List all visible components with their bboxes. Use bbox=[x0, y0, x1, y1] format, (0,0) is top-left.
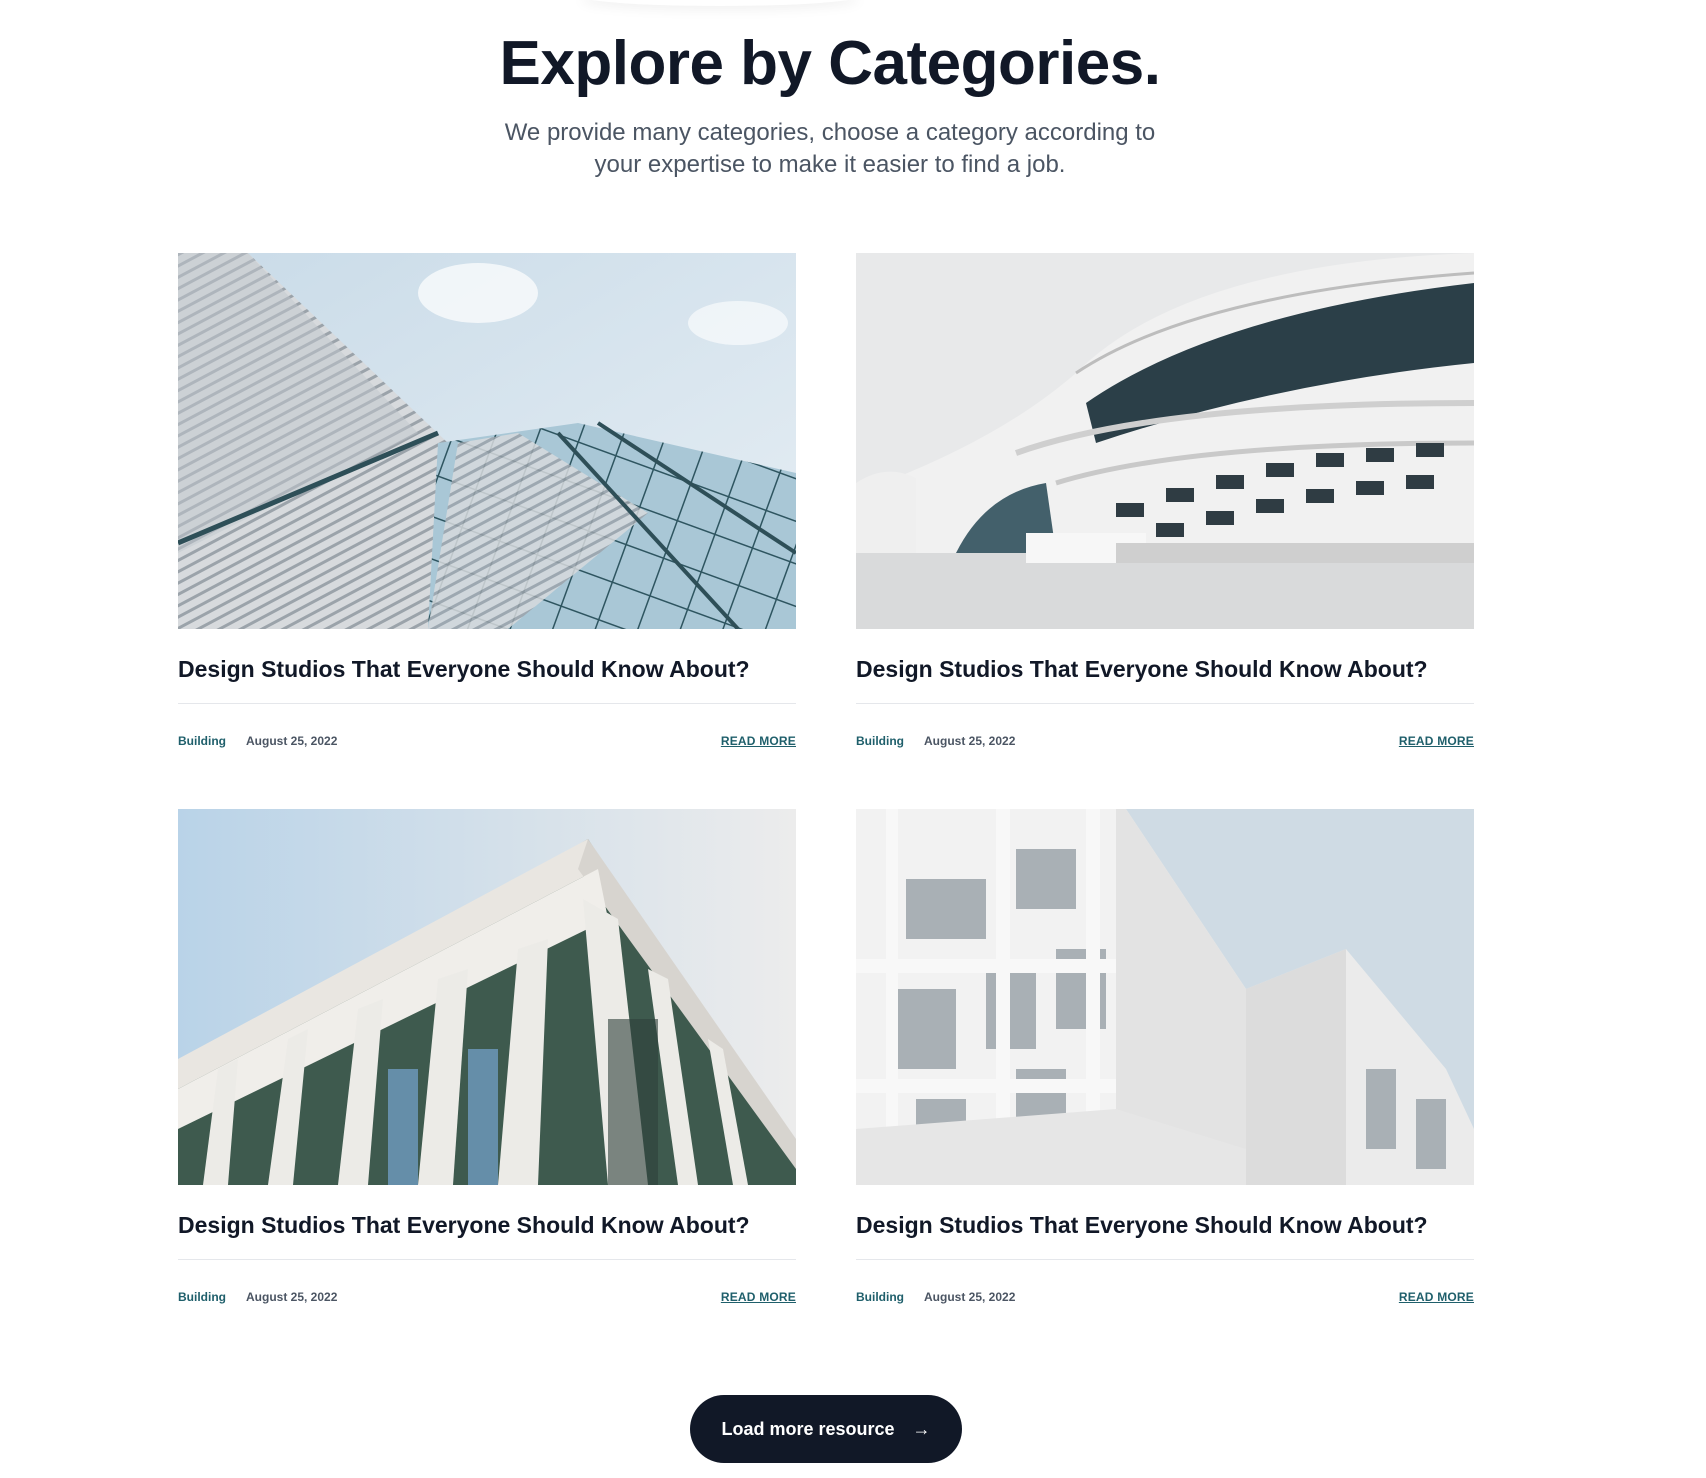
section-subtitle: We provide many categories, choose a cat… bbox=[504, 119, 1156, 178]
category-tag[interactable]: Building bbox=[178, 1290, 226, 1304]
white-cubic-building-photo[interactable] bbox=[856, 809, 1474, 1185]
article-card: Design Studios That Everyone Should Know… bbox=[178, 809, 796, 1304]
read-more-link[interactable]: READ MORE bbox=[1399, 1290, 1474, 1304]
divider bbox=[178, 703, 796, 704]
article-date: August 25, 2022 bbox=[246, 734, 338, 748]
header-shadow bbox=[580, 0, 860, 6]
read-more-link[interactable]: READ MORE bbox=[721, 734, 796, 748]
page: Explore by Categories. We provide many c… bbox=[0, 0, 1706, 1478]
category-tag[interactable]: Building bbox=[178, 734, 226, 748]
load-more-button[interactable]: Load more resource → bbox=[690, 1395, 962, 1463]
glass-crystal-building-photo[interactable] bbox=[178, 253, 796, 629]
article-card: Design Studios That Everyone Should Know… bbox=[178, 253, 796, 748]
article-date: August 25, 2022 bbox=[246, 1290, 338, 1304]
load-more-label: Load more resource bbox=[721, 1418, 895, 1439]
columned-building-photo[interactable] bbox=[178, 809, 796, 1185]
divider bbox=[178, 1259, 796, 1260]
article-meta: Building August 25, 2022 READ MORE bbox=[856, 734, 1474, 748]
divider bbox=[856, 1259, 1474, 1260]
article-title[interactable]: Design Studios That Everyone Should Know… bbox=[856, 655, 1474, 683]
article-date: August 25, 2022 bbox=[924, 1290, 1016, 1304]
arrow-right-icon: → bbox=[912, 1418, 931, 1439]
article-card: Design Studios That Everyone Should Know… bbox=[856, 253, 1474, 748]
divider bbox=[856, 703, 1474, 704]
article-date: August 25, 2022 bbox=[924, 734, 1016, 748]
article-meta: Building August 25, 2022 READ MORE bbox=[856, 1290, 1474, 1304]
article-card: Design Studios That Everyone Should Know… bbox=[856, 809, 1474, 1304]
read-more-link[interactable]: READ MORE bbox=[1399, 734, 1474, 748]
category-tag[interactable]: Building bbox=[856, 734, 904, 748]
article-title[interactable]: Design Studios That Everyone Should Know… bbox=[178, 1211, 796, 1239]
read-more-link[interactable]: READ MORE bbox=[721, 1290, 796, 1304]
article-title[interactable]: Design Studios That Everyone Should Know… bbox=[856, 1211, 1474, 1239]
curved-white-building-photo[interactable] bbox=[856, 253, 1474, 629]
article-meta: Building August 25, 2022 READ MORE bbox=[178, 734, 796, 748]
category-tag[interactable]: Building bbox=[856, 1290, 904, 1304]
article-title[interactable]: Design Studios That Everyone Should Know… bbox=[178, 655, 796, 683]
article-meta: Building August 25, 2022 READ MORE bbox=[178, 1290, 796, 1304]
section-title: Explore by Categories. bbox=[499, 29, 1161, 98]
